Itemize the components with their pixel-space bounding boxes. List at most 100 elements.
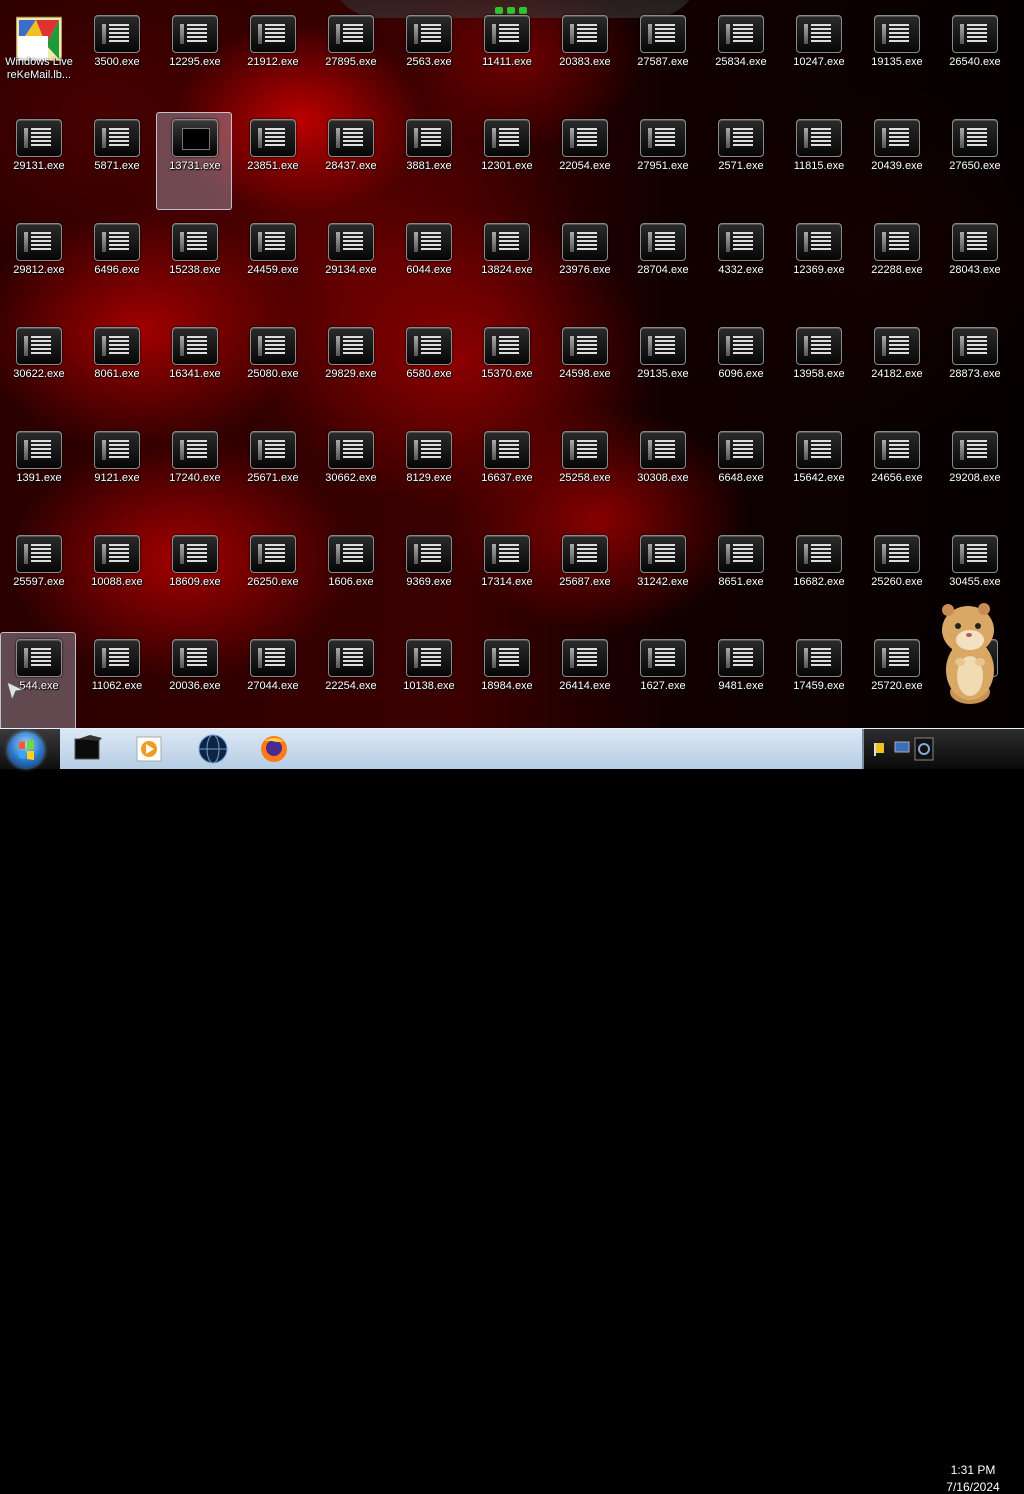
exe-desktop-icon[interactable]: 1606.exe	[312, 528, 388, 626]
exe-desktop-icon[interactable]: 13958.exe	[780, 320, 856, 418]
exe-desktop-icon[interactable]: 8129.exe	[390, 424, 466, 522]
exe-desktop-icon[interactable]: 3500.exe	[78, 8, 154, 106]
exe-desktop-icon[interactable]: 8061.exe	[78, 320, 154, 418]
exe-desktop-icon[interactable]: 18984.exe	[468, 632, 544, 730]
exe-desktop-icon[interactable]: 20439.exe	[858, 112, 934, 210]
exe-desktop-icon[interactable]: 25687.exe	[546, 528, 622, 626]
exe-desktop-icon[interactable]: 24182.exe	[858, 320, 934, 418]
clock-date[interactable]: 7/16/2024	[928, 1480, 1018, 1494]
exe-desktop-icon[interactable]: 22054.exe	[546, 112, 622, 210]
exe-desktop-icon[interactable]: 27951.exe	[624, 112, 700, 210]
exe-desktop-icon[interactable]: 25597.exe	[0, 528, 76, 626]
exe-desktop-icon[interactable]: 2563.exe	[390, 8, 466, 106]
exe-desktop-icon[interactable]: 22288.exe	[858, 216, 934, 314]
exe-desktop-icon[interactable]: 12369.exe	[780, 216, 856, 314]
windows-start-orb-icon[interactable]	[8, 732, 44, 768]
exe-desktop-icon[interactable]: 24656.exe	[858, 424, 934, 522]
exe-desktop-icon[interactable]: 1627.exe	[624, 632, 700, 730]
hamster-gadget[interactable]	[934, 600, 1006, 708]
exe-desktop-icon[interactable]: 29131.exe	[0, 112, 76, 210]
exe-desktop-icon[interactable]: 9481.exe	[702, 632, 778, 730]
exe-desktop-icon[interactable]: 17240.exe	[156, 424, 232, 522]
flag-icon[interactable]	[874, 741, 888, 757]
exe-desktop-icon[interactable]: 17314.exe	[468, 528, 544, 626]
exe-desktop-icon[interactable]: 15370.exe	[468, 320, 544, 418]
exe-desktop-icon[interactable]: 16682.exe	[780, 528, 856, 626]
network-icon[interactable]	[894, 741, 910, 755]
exe-desktop-icon[interactable]: 27650.exe	[936, 112, 1012, 210]
exe-desktop-icon[interactable]: 9121.exe	[78, 424, 154, 522]
exe-desktop-icon[interactable]: 26540.exe	[936, 8, 1012, 106]
exe-desktop-icon[interactable]: 10138.exe	[390, 632, 466, 730]
exe-desktop-icon[interactable]: 13824.exe	[468, 216, 544, 314]
exe-desktop-icon[interactable]: 30662.exe	[312, 424, 388, 522]
exe-desktop-icon[interactable]: 17459.exe	[780, 632, 856, 730]
exe-desktop-icon[interactable]: 22254.exe	[312, 632, 388, 730]
exe-desktop-icon[interactable]: 29134.exe	[312, 216, 388, 314]
exe-desktop-icon[interactable]: 29208.exe	[936, 424, 1012, 522]
exe-desktop-icon[interactable]: 20383.exe	[546, 8, 622, 106]
exe-desktop-icon[interactable]: 26250.exe	[234, 528, 310, 626]
exe-desktop-icon[interactable]: 31242.exe	[624, 528, 700, 626]
exe-desktop-icon[interactable]: 27044.exe	[234, 632, 310, 730]
exe-desktop-icon[interactable]: 21912.exe	[234, 8, 310, 106]
exe-desktop-icon[interactable]: 11411.exe	[468, 8, 544, 106]
exe-desktop-icon[interactable]: 28043.exe	[936, 216, 1012, 314]
exe-desktop-icon[interactable]: 26414.exe	[546, 632, 622, 730]
exe-desktop-icon[interactable]: 10247.exe	[780, 8, 856, 106]
exe-desktop-icon[interactable]: 25260.exe	[858, 528, 934, 626]
exe-desktop-icon[interactable]: 25671.exe	[234, 424, 310, 522]
exe-desktop-icon[interactable]: 28437.exe	[312, 112, 388, 210]
exe-desktop-icon[interactable]: 25834.exe	[702, 8, 778, 106]
exe-desktop-icon[interactable]: 11815.exe	[780, 112, 856, 210]
exe-desktop-icon[interactable]: 5871.exe	[78, 112, 154, 210]
exe-desktop-icon[interactable]: 10088.exe	[78, 528, 154, 626]
firefox-icon[interactable]	[258, 733, 290, 765]
exe-desktop-icon[interactable]: 6044.exe	[390, 216, 466, 314]
exe-desktop-icon[interactable]: 27895.exe	[312, 8, 388, 106]
exe-desktop-icon[interactable]: 23976.exe	[546, 216, 622, 314]
exe-desktop-icon[interactable]: 25080.exe	[234, 320, 310, 418]
exe-desktop-icon[interactable]: 29135.exe	[624, 320, 700, 418]
exe-desktop-icon[interactable]: 6096.exe	[702, 320, 778, 418]
exe-desktop-icon[interactable]: 6580.exe	[390, 320, 466, 418]
exe-desktop-icon[interactable]: 28704.exe	[624, 216, 700, 314]
desktop-icon-label: 11062.exe	[91, 680, 143, 692]
exe-desktop-icon[interactable]: 11062.exe	[78, 632, 154, 730]
exe-desktop-icon[interactable]: 25720.exe	[858, 632, 934, 730]
exe-desktop-icon[interactable]: 16637.exe	[468, 424, 544, 522]
browser-globe-icon[interactable]	[197, 733, 229, 765]
exe-desktop-icon[interactable]: 24598.exe	[546, 320, 622, 418]
exe-desktop-icon[interactable]: 29812.exe	[0, 216, 76, 314]
clock-time[interactable]: 1:31 PM	[928, 1463, 1018, 1477]
exe-desktop-icon[interactable]: 1391.exe	[0, 424, 76, 522]
exe-desktop-icon[interactable]: 28873.exe	[936, 320, 1012, 418]
exe-desktop-icon[interactable]: 16341.exe	[156, 320, 232, 418]
exe-desktop-icon[interactable]: 3881.exe	[390, 112, 466, 210]
media-player-icon[interactable]	[133, 733, 165, 765]
exe-desktop-icon[interactable]: 25258.exe	[546, 424, 622, 522]
windows-live-mail-desktop-icon[interactable]: Windows Live reKeMail.lb...	[0, 8, 76, 106]
exe-desktop-icon[interactable]: 30622.exe	[0, 320, 76, 418]
exe-desktop-icon[interactable]: 27587.exe	[624, 8, 700, 106]
exe-desktop-icon[interactable]: 6496.exe	[78, 216, 154, 314]
exe-desktop-icon[interactable]: 2571.exe	[702, 112, 778, 210]
exe-desktop-icon[interactable]: 19135.exe	[858, 8, 934, 106]
exe-desktop-icon[interactable]: 15642.exe	[780, 424, 856, 522]
terminal-app-icon[interactable]	[72, 733, 104, 765]
exe-desktop-icon[interactable]: 24459.exe	[234, 216, 310, 314]
exe-desktop-icon[interactable]: 30308.exe	[624, 424, 700, 522]
exe-desktop-icon[interactable]: 9369.exe	[390, 528, 466, 626]
exe-desktop-icon[interactable]: 29829.exe	[312, 320, 388, 418]
exe-desktop-icon[interactable]: 4332.exe	[702, 216, 778, 314]
exe-desktop-icon[interactable]: 13731.exe	[156, 112, 232, 210]
exe-desktop-icon[interactable]: 12295.exe	[156, 8, 232, 106]
exe-desktop-icon[interactable]: 18609.exe	[156, 528, 232, 626]
exe-desktop-icon[interactable]: 23851.exe	[234, 112, 310, 210]
volume-icon[interactable]	[914, 737, 934, 761]
exe-desktop-icon[interactable]: 8651.exe	[702, 528, 778, 626]
exe-desktop-icon[interactable]: 15238.exe	[156, 216, 232, 314]
exe-desktop-icon[interactable]: 20036.exe	[156, 632, 232, 730]
exe-desktop-icon[interactable]: 12301.exe	[468, 112, 544, 210]
exe-desktop-icon[interactable]: 6648.exe	[702, 424, 778, 522]
